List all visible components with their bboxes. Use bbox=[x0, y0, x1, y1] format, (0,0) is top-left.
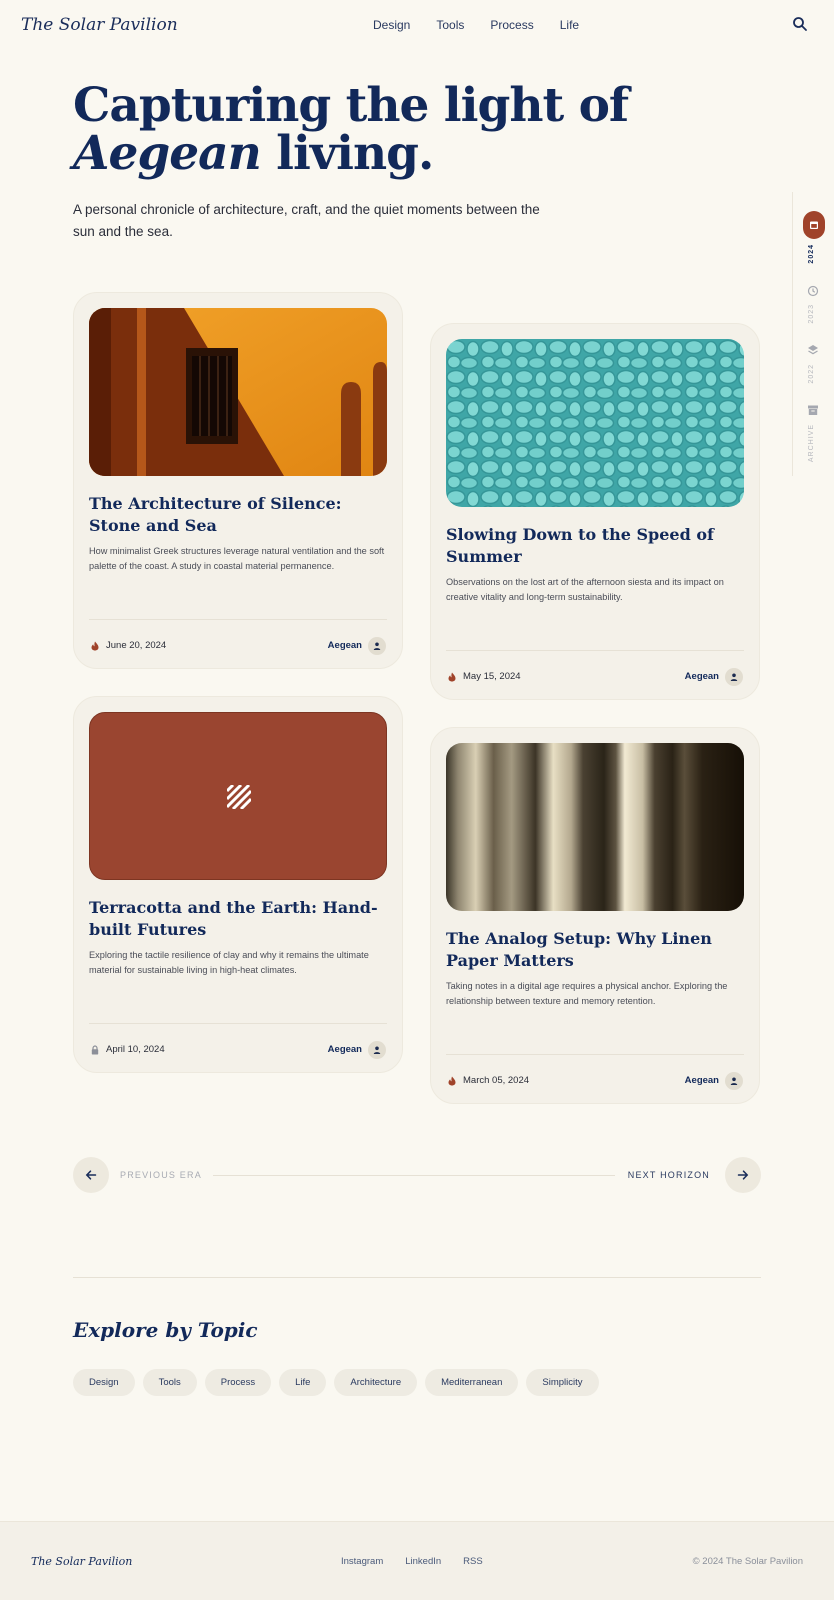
rail-label-2022[interactable]: 2022 bbox=[808, 364, 815, 384]
avatar[interactable] bbox=[368, 1041, 386, 1059]
card-divider bbox=[89, 1023, 387, 1024]
article-description: How minimalist Greek structures leverage… bbox=[89, 546, 385, 571]
rail-label-2024[interactable]: 2024 bbox=[808, 244, 815, 264]
footer-link-rss[interactable]: RSS bbox=[463, 1556, 483, 1567]
tag-architecture[interactable]: Architecture bbox=[334, 1369, 418, 1396]
tag-tools[interactable]: Tools bbox=[142, 1369, 197, 1396]
footer-link-linkedin[interactable]: LinkedIn bbox=[405, 1556, 441, 1567]
pagination: PREVIOUS ERA NEXT HORIZON bbox=[73, 1157, 761, 1193]
site-footer: The Solar Pavilion Instagram LinkedIn RS… bbox=[0, 1521, 834, 1600]
tag-process[interactable]: Process bbox=[204, 1369, 272, 1396]
hero-title-rest: living. bbox=[260, 126, 434, 181]
flame-icon bbox=[91, 641, 99, 651]
person-icon bbox=[730, 1077, 738, 1085]
avatar[interactable] bbox=[725, 668, 743, 686]
article-author[interactable]: Aegean bbox=[328, 640, 362, 651]
lock-icon bbox=[91, 1045, 99, 1055]
rail-label-2023[interactable]: 2023 bbox=[808, 304, 815, 324]
rail-item-2024[interactable] bbox=[803, 211, 825, 239]
layers-icon[interactable] bbox=[807, 344, 819, 356]
site-header: The Solar Pavilion Design Tools Process … bbox=[0, 0, 834, 52]
arrow-right-icon bbox=[737, 1170, 749, 1180]
article-description: Exploring the tactile resilience of clay… bbox=[89, 950, 369, 975]
topic-tags: Design Tools Process Life Architecture M… bbox=[73, 1369, 599, 1396]
article-description: Observations on the lost art of the afte… bbox=[446, 577, 724, 602]
nav-item-design[interactable]: Design bbox=[373, 18, 410, 32]
pagination-line bbox=[213, 1175, 615, 1176]
footer-logo[interactable]: The Solar Pavilion bbox=[31, 1555, 132, 1568]
tag-simplicity[interactable]: Simplicity bbox=[526, 1369, 599, 1396]
tag-mediterranean[interactable]: Mediterranean bbox=[425, 1369, 519, 1396]
card-divider bbox=[446, 650, 744, 651]
footer-copyright: © 2024 The Solar Pavilion bbox=[692, 1556, 803, 1567]
nav-item-process[interactable]: Process bbox=[490, 18, 533, 32]
card-divider bbox=[89, 619, 387, 620]
person-icon bbox=[373, 642, 381, 650]
article-author[interactable]: Aegean bbox=[328, 1044, 362, 1055]
nav-item-tools[interactable]: Tools bbox=[436, 18, 464, 32]
calendar-icon bbox=[810, 221, 818, 229]
texture-icon bbox=[227, 785, 251, 809]
article-description: Taking notes in a digital age requires a… bbox=[446, 981, 728, 1006]
person-icon bbox=[373, 1046, 381, 1054]
arrow-left-icon bbox=[85, 1170, 97, 1180]
hero-subtitle: A personal chronicle of architecture, cr… bbox=[73, 202, 540, 239]
article-image[interactable] bbox=[89, 712, 387, 880]
footer-links: Instagram LinkedIn RSS bbox=[341, 1556, 483, 1567]
article-card[interactable]: The Analog Setup: Why Linen Paper Matter… bbox=[430, 727, 760, 1104]
search-icon[interactable] bbox=[792, 16, 808, 32]
article-title[interactable]: The Analog Setup: Why Linen Paper Matter… bbox=[446, 928, 744, 972]
archive-icon[interactable] bbox=[807, 404, 819, 416]
article-author[interactable]: Aegean bbox=[685, 671, 719, 682]
hero-title: Capturing the light of Aegean living. bbox=[73, 82, 629, 181]
avatar[interactable] bbox=[725, 1072, 743, 1090]
article-image[interactable] bbox=[446, 743, 744, 911]
hero-title-line1: Capturing the light of bbox=[73, 78, 629, 133]
flame-icon bbox=[448, 1076, 456, 1086]
person-icon bbox=[730, 673, 738, 681]
next-button[interactable] bbox=[725, 1157, 761, 1193]
article-title[interactable]: Slowing Down to the Speed of Summer bbox=[446, 524, 744, 568]
tag-design[interactable]: Design bbox=[73, 1369, 135, 1396]
hero-title-emphasis: Aegean bbox=[73, 126, 262, 181]
next-label[interactable]: NEXT HORIZON bbox=[628, 1170, 710, 1180]
nav-item-life[interactable]: Life bbox=[560, 18, 579, 32]
article-card[interactable]: Terracotta and the Earth: Hand-built Fut… bbox=[73, 696, 403, 1073]
article-author[interactable]: Aegean bbox=[685, 1075, 719, 1086]
tag-life[interactable]: Life bbox=[279, 1369, 327, 1396]
flame-icon bbox=[448, 672, 456, 682]
main-nav: Design Tools Process Life bbox=[373, 18, 579, 32]
article-card[interactable]: Slowing Down to the Speed of Summer Obse… bbox=[430, 323, 760, 700]
card-divider bbox=[446, 1054, 744, 1055]
article-title[interactable]: The Architecture of Silence: Stone and S… bbox=[89, 493, 387, 537]
article-date: May 15, 2024 bbox=[463, 671, 521, 682]
article-image[interactable] bbox=[446, 339, 744, 507]
article-date: March 05, 2024 bbox=[463, 1075, 530, 1086]
article-date: June 20, 2024 bbox=[106, 640, 167, 651]
article-date: April 10, 2024 bbox=[106, 1044, 165, 1055]
article-card[interactable]: The Architecture of Silence: Stone and S… bbox=[73, 292, 403, 669]
article-image[interactable] bbox=[89, 308, 387, 476]
previous-button[interactable] bbox=[73, 1157, 109, 1193]
article-title[interactable]: Terracotta and the Earth: Hand-built Fut… bbox=[89, 897, 387, 941]
history-icon[interactable] bbox=[807, 285, 819, 297]
rail-label-archive[interactable]: ARCHIVE bbox=[808, 424, 815, 462]
section-divider bbox=[73, 1277, 761, 1278]
site-logo[interactable]: The Solar Pavilion bbox=[21, 15, 178, 35]
footer-link-instagram[interactable]: Instagram bbox=[341, 1556, 383, 1567]
previous-label[interactable]: PREVIOUS ERA bbox=[120, 1170, 202, 1180]
topics-title: Explore by Topic bbox=[73, 1318, 258, 1342]
avatar[interactable] bbox=[368, 637, 386, 655]
